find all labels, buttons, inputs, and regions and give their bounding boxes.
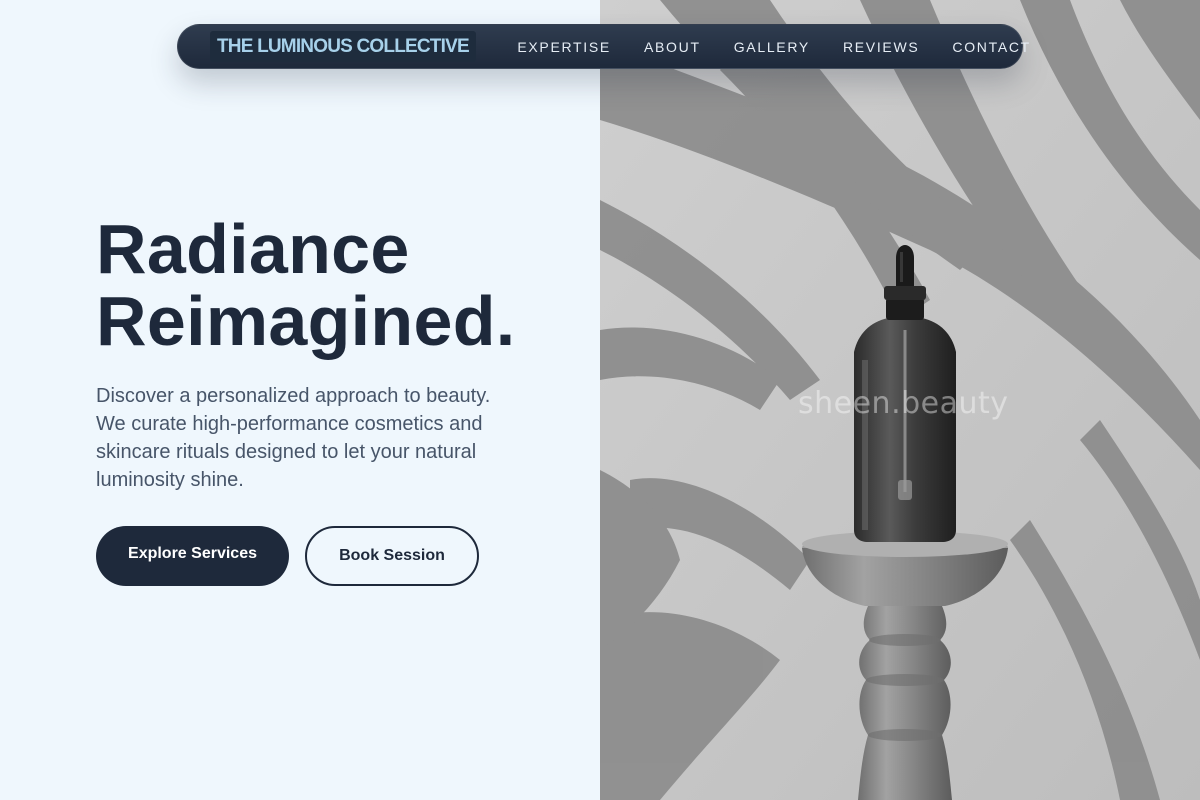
watermark-text: sheen.beauty xyxy=(798,386,1009,421)
brand-logo[interactable]: THE LUMINOUS COLLECTIVE xyxy=(210,31,476,62)
nav-link-about[interactable]: ABOUT xyxy=(635,35,710,59)
hero-title: Radiance Reimagined. xyxy=(96,213,516,357)
nav-link-expertise[interactable]: EXPERTISE xyxy=(508,35,620,59)
book-session-button[interactable]: Book Session xyxy=(305,526,479,586)
hero-title-line-1: Radiance xyxy=(96,210,410,288)
nav-link-reviews[interactable]: REVIEWS xyxy=(834,35,928,59)
explore-services-button[interactable]: Explore Services xyxy=(96,526,289,586)
nav-link-contact[interactable]: CONTACT xyxy=(943,35,1040,59)
hero-image: sheen.beauty xyxy=(600,0,1200,800)
main-nav: THE LUMINOUS COLLECTIVE EXPERTISE ABOUT … xyxy=(177,24,1029,69)
hero-title-line-2: Reimagined. xyxy=(96,282,516,360)
hero-description: Discover a personalized approach to beau… xyxy=(96,385,491,491)
nav-link-gallery[interactable]: GALLERY xyxy=(725,35,819,59)
